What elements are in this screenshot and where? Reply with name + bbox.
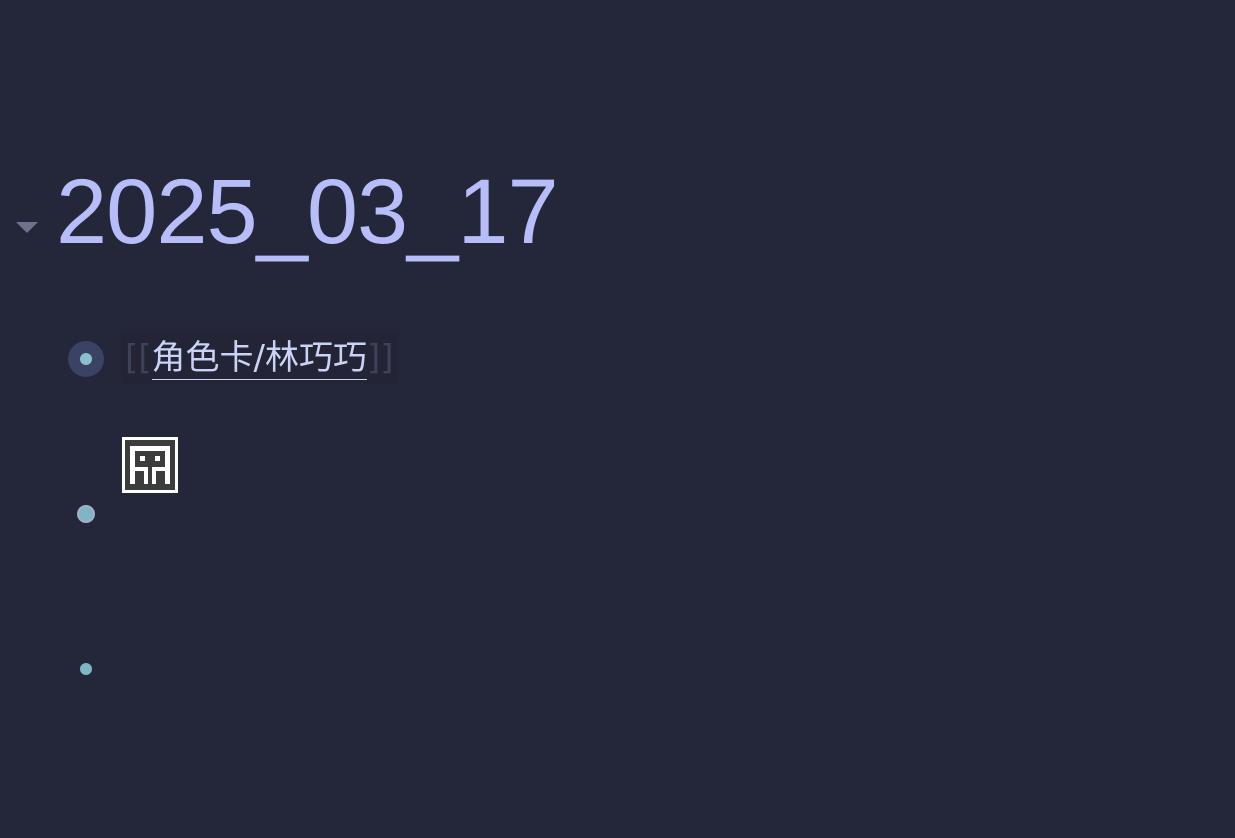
broken-image-icon[interactable] — [122, 437, 178, 493]
bullet-dot-icon — [80, 663, 92, 675]
block-bullet-1[interactable] — [68, 341, 104, 377]
ref-open-bracket: [[ — [125, 338, 152, 378]
block-bullet-2[interactable] — [68, 496, 104, 532]
broken-image-glyph — [125, 440, 175, 490]
page-title[interactable]: 2025_03_17 — [56, 160, 559, 264]
page-reference[interactable]: [[角色卡/林巧巧]] — [121, 332, 398, 384]
ref-close-bracket: ]] — [367, 338, 394, 378]
journal-page: 2025_03_17 [[角色卡/林巧巧]] — [0, 0, 1235, 838]
block-bullet-3[interactable] — [68, 651, 104, 687]
caret-down-icon[interactable] — [16, 222, 38, 233]
page-reference-link[interactable]: 角色卡/林巧巧 — [151, 337, 367, 380]
bullet-halo — [68, 341, 104, 377]
bullet-dot-icon — [79, 507, 93, 521]
bullet-dot-icon — [80, 353, 92, 365]
